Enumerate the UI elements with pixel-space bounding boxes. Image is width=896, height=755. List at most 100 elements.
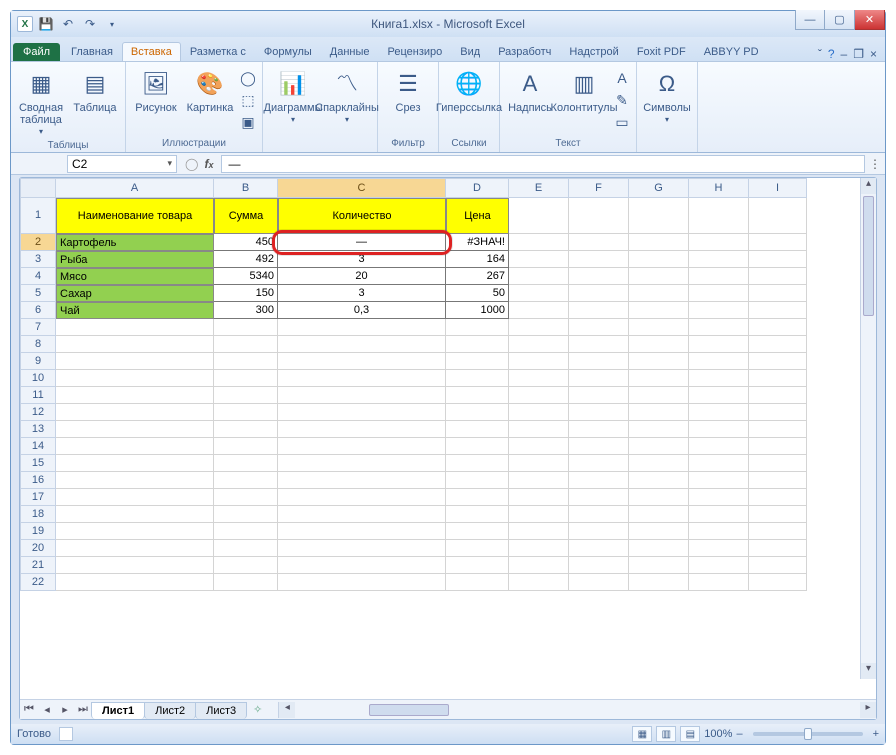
cell-H7[interactable] <box>689 319 749 336</box>
cell-H5[interactable] <box>689 285 749 302</box>
data-cell-C4[interactable]: 20 <box>278 268 446 285</box>
ribbon-tab-3[interactable]: Формулы <box>255 42 321 61</box>
col-header-E[interactable]: E <box>509 178 569 198</box>
cell-F13[interactable] <box>569 421 629 438</box>
sheet-tab-2[interactable]: Лист3 <box>195 702 247 719</box>
fx-button[interactable]: fx <box>204 157 213 171</box>
cell-F9[interactable] <box>569 353 629 370</box>
cell-E1[interactable] <box>509 198 569 234</box>
fx-circle-icon[interactable]: ◯ <box>185 157 198 171</box>
cell-E19[interactable] <box>509 523 569 540</box>
save-icon[interactable]: 💾 <box>37 15 55 33</box>
cell-F2[interactable] <box>569 234 629 251</box>
sheet-tab-0[interactable]: Лист1 <box>91 702 145 719</box>
data-cell-B5[interactable]: 150 <box>214 285 278 302</box>
ribbon-minimize-icon[interactable]: ˇ <box>818 47 822 61</box>
slicer-button[interactable]: ☰Срез <box>382 66 434 116</box>
cell-C16[interactable] <box>278 472 446 489</box>
cell-H15[interactable] <box>689 455 749 472</box>
cell-D7[interactable] <box>446 319 509 336</box>
cell-B18[interactable] <box>214 506 278 523</box>
titlebar[interactable]: X 💾 ↶ ↷ ▾ Книга1.xlsx - Microsoft Excel … <box>11 11 885 37</box>
row-header-19[interactable]: 19 <box>20 523 56 540</box>
sparklines-button[interactable]: 〽Спарклайны▾ <box>321 66 373 127</box>
formula-expand-icon[interactable]: ⋮ <box>865 157 885 171</box>
ribbon-tab-7[interactable]: Разработч <box>489 42 560 61</box>
data-cell-B2[interactable]: 450 <box>214 234 278 251</box>
row-header-5[interactable]: 5 <box>20 285 56 302</box>
tab-last-icon[interactable]: ⏭ <box>74 703 92 716</box>
cell-H16[interactable] <box>689 472 749 489</box>
data-cell-D2[interactable]: #ЗНАЧ! <box>446 234 509 251</box>
normal-view-button[interactable]: ▦ <box>632 726 652 742</box>
cell-A14[interactable] <box>56 438 214 455</box>
cell-E17[interactable] <box>509 489 569 506</box>
cell-G19[interactable] <box>629 523 689 540</box>
cell-B11[interactable] <box>214 387 278 404</box>
cell-H18[interactable] <box>689 506 749 523</box>
header-cell-A[interactable]: Наименование товара <box>56 198 214 234</box>
cell-I21[interactable] <box>749 557 807 574</box>
cell-I13[interactable] <box>749 421 807 438</box>
cell-F12[interactable] <box>569 404 629 421</box>
cell-D13[interactable] <box>446 421 509 438</box>
cell-E4[interactable] <box>509 268 569 285</box>
cell-D20[interactable] <box>446 540 509 557</box>
cell-G1[interactable] <box>629 198 689 234</box>
cell-E14[interactable] <box>509 438 569 455</box>
cell-G20[interactable] <box>629 540 689 557</box>
cell-B12[interactable] <box>214 404 278 421</box>
cell-B8[interactable] <box>214 336 278 353</box>
cell-A11[interactable] <box>56 387 214 404</box>
data-cell-A2[interactable]: Картофель <box>56 234 214 251</box>
file-tab[interactable]: Файл <box>13 43 60 61</box>
workbook-close-icon[interactable]: × <box>870 47 877 61</box>
col-header-F[interactable]: F <box>569 178 629 198</box>
cell-I2[interactable] <box>749 234 807 251</box>
scroll-thumb[interactable] <box>863 196 874 316</box>
cell-B13[interactable] <box>214 421 278 438</box>
cell-E22[interactable] <box>509 574 569 591</box>
cell-C20[interactable] <box>278 540 446 557</box>
cell-E12[interactable] <box>509 404 569 421</box>
ribbon-tab-4[interactable]: Данные <box>321 42 379 61</box>
cell-H10[interactable] <box>689 370 749 387</box>
help-icon[interactable]: ? <box>828 47 835 61</box>
hyperlink-button[interactable]: 🌐Гиперссылка <box>443 66 495 116</box>
cell-I16[interactable] <box>749 472 807 489</box>
cell-I18[interactable] <box>749 506 807 523</box>
cell-D19[interactable] <box>446 523 509 540</box>
cell-D10[interactable] <box>446 370 509 387</box>
object-button[interactable]: ▭ <box>612 112 632 132</box>
cell-H6[interactable] <box>689 302 749 319</box>
data-cell-A4[interactable]: Мясо <box>56 268 214 285</box>
cell-B7[interactable] <box>214 319 278 336</box>
charts-button[interactable]: 📊Диаграммы▾ <box>267 66 319 127</box>
cell-F17[interactable] <box>569 489 629 506</box>
cell-A12[interactable] <box>56 404 214 421</box>
data-cell-C5[interactable]: 3 <box>278 285 446 302</box>
cell-D21[interactable] <box>446 557 509 574</box>
cell-A18[interactable] <box>56 506 214 523</box>
page-break-view-button[interactable]: ▤ <box>680 726 700 742</box>
cell-E11[interactable] <box>509 387 569 404</box>
cell-F21[interactable] <box>569 557 629 574</box>
cell-A20[interactable] <box>56 540 214 557</box>
cell-G13[interactable] <box>629 421 689 438</box>
col-header-A[interactable]: A <box>56 178 214 198</box>
data-cell-B4[interactable]: 5340 <box>214 268 278 285</box>
row-header-12[interactable]: 12 <box>20 404 56 421</box>
cell-D22[interactable] <box>446 574 509 591</box>
symbols-button[interactable]: ΩСимволы▾ <box>641 66 693 127</box>
cell-E3[interactable] <box>509 251 569 268</box>
row-header-8[interactable]: 8 <box>20 336 56 353</box>
cell-A13[interactable] <box>56 421 214 438</box>
cell-H13[interactable] <box>689 421 749 438</box>
row-header-16[interactable]: 16 <box>20 472 56 489</box>
data-cell-B6[interactable]: 300 <box>214 302 278 319</box>
header-cell-C[interactable]: Количество <box>278 198 446 234</box>
cell-G2[interactable] <box>629 234 689 251</box>
cell-I3[interactable] <box>749 251 807 268</box>
cell-H1[interactable] <box>689 198 749 234</box>
cell-B14[interactable] <box>214 438 278 455</box>
